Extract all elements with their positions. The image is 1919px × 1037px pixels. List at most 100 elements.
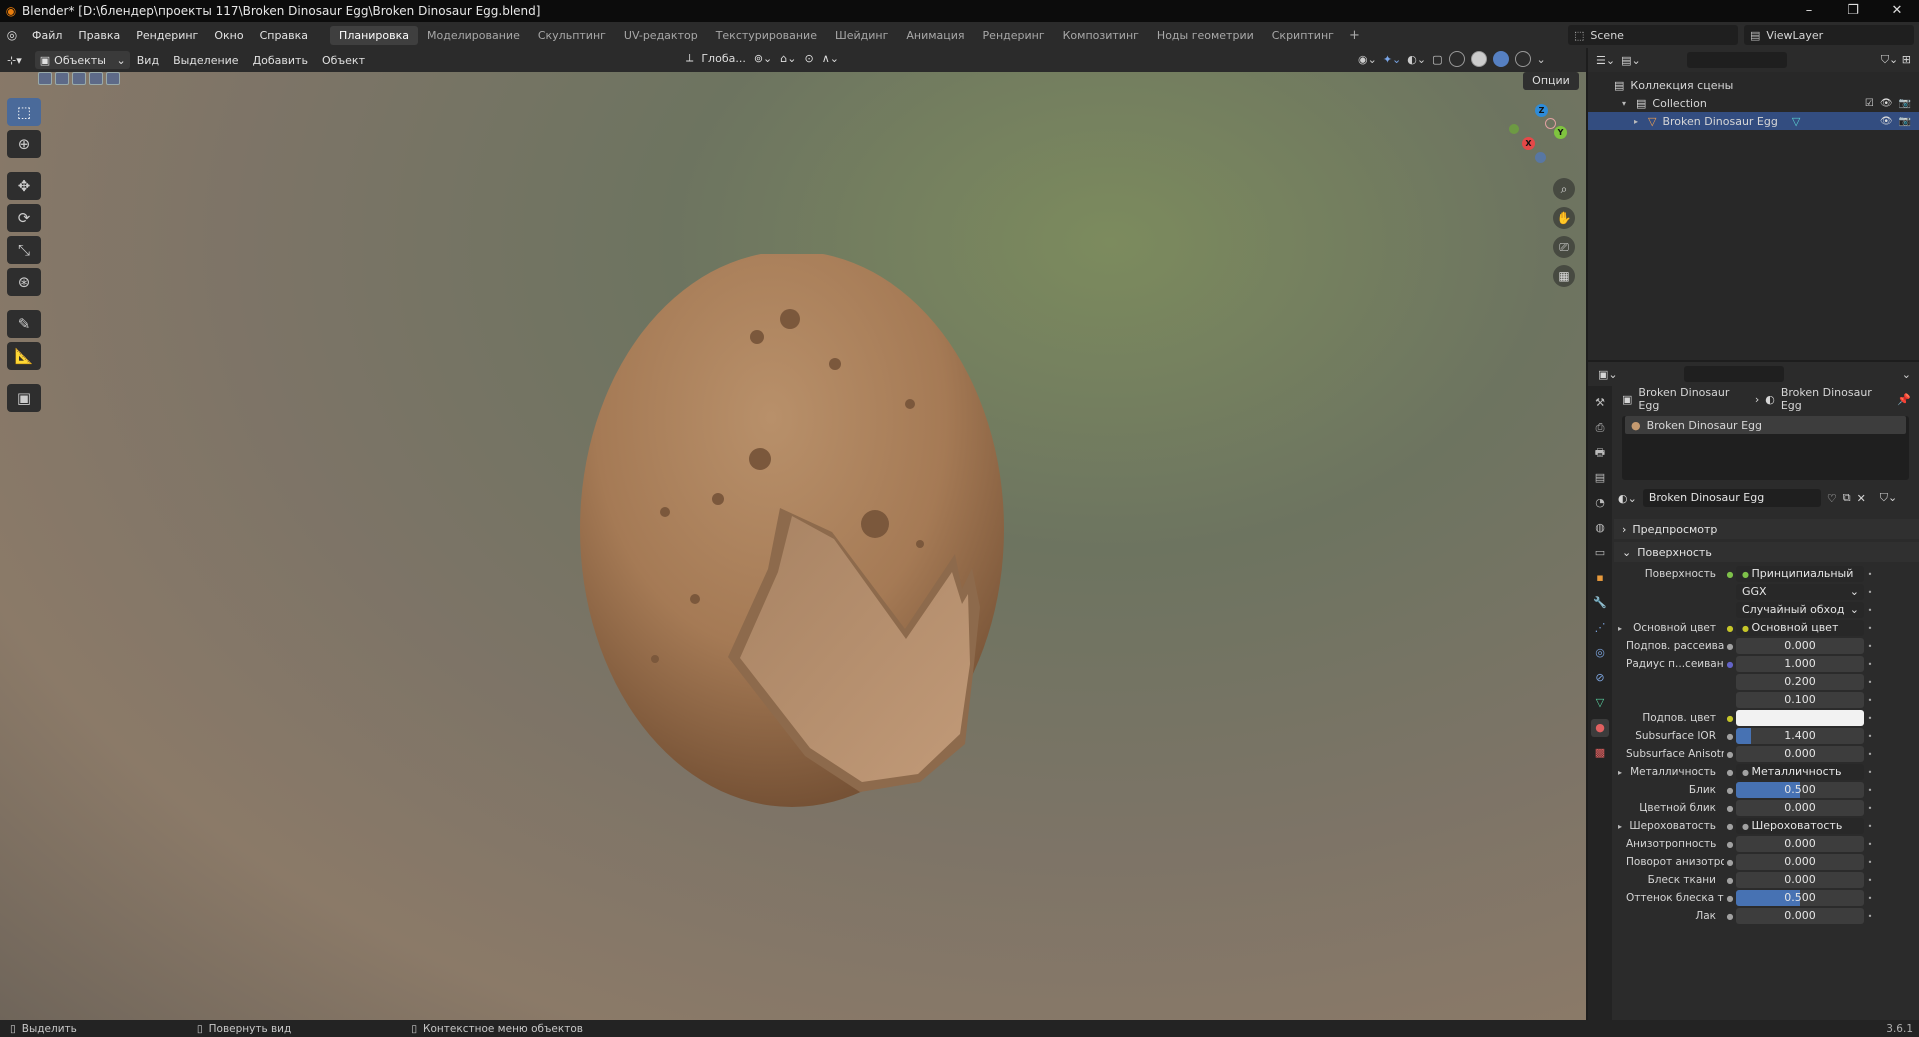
- property-value-field[interactable]: 0.000: [1736, 854, 1864, 870]
- property-value-field[interactable]: 1.400: [1736, 728, 1864, 744]
- menu-edit[interactable]: Правка: [70, 29, 128, 42]
- keyframe-dot-icon[interactable]: •: [1864, 606, 1876, 615]
- duplicate-material-icon[interactable]: ⧉: [1843, 491, 1851, 505]
- property-value-field[interactable]: 0.000: [1736, 638, 1864, 654]
- keyframe-dot-icon[interactable]: •: [1864, 840, 1876, 849]
- texture-tab-icon[interactable]: ▩: [1591, 744, 1609, 762]
- keyframe-dot-icon[interactable]: •: [1864, 570, 1876, 579]
- socket-dot-icon[interactable]: ●: [1724, 642, 1736, 651]
- material-preview-shading-button[interactable]: [1492, 51, 1509, 67]
- outliner-search-input[interactable]: [1686, 52, 1787, 68]
- socket-dot-icon[interactable]: ●: [1724, 804, 1736, 813]
- expand-arrow-icon[interactable]: ▸: [1630, 117, 1642, 126]
- socket-dot-icon[interactable]: ●: [1724, 714, 1736, 723]
- property-value-field[interactable]: 0.500: [1736, 890, 1864, 906]
- material-tab-icon[interactable]: ●: [1591, 719, 1609, 737]
- tab-geometry-nodes[interactable]: Ноды геометрии: [1148, 26, 1263, 45]
- display-mode-icon[interactable]: ▤⌄: [1621, 54, 1641, 67]
- fake-user-icon[interactable]: ♡: [1827, 492, 1837, 505]
- options-dropdown[interactable]: Опции: [1523, 72, 1579, 90]
- add-cube-tool-icon[interactable]: ▣: [7, 384, 41, 412]
- select-extend-icon[interactable]: [55, 72, 69, 85]
- property-link-field[interactable]: ● Принципиальный BSDF: [1736, 566, 1864, 582]
- select-subtract-icon[interactable]: [72, 72, 86, 85]
- wireframe-shading-button[interactable]: [1448, 51, 1465, 67]
- move-tool-icon[interactable]: ✥: [7, 172, 41, 200]
- proportional-edit-icon[interactable]: ⊙: [804, 52, 813, 65]
- overlay-toggle-icon[interactable]: ◐⌄: [1407, 53, 1426, 66]
- properties-search-input[interactable]: [1683, 366, 1784, 382]
- socket-dot-icon[interactable]: ●: [1724, 570, 1736, 579]
- socket-dot-icon[interactable]: ●: [1724, 660, 1736, 669]
- socket-dot-icon[interactable]: ●: [1724, 786, 1736, 795]
- keyframe-dot-icon[interactable]: •: [1864, 750, 1876, 759]
- property-link-field[interactable]: ● Шероховатость: [1736, 818, 1864, 834]
- property-dropdown[interactable]: Случайный обход ⌄: [1736, 602, 1864, 618]
- transform-tool-icon[interactable]: ⊛: [7, 268, 41, 296]
- material-slot-list[interactable]: ● Broken Dinosaur Egg: [1622, 416, 1909, 480]
- keyframe-dot-icon[interactable]: •: [1864, 894, 1876, 903]
- keyframe-dot-icon[interactable]: •: [1864, 714, 1876, 723]
- tab-rendering[interactable]: Рендеринг: [974, 26, 1054, 45]
- tab-animation[interactable]: Анимация: [897, 26, 973, 45]
- property-value-field[interactable]: 1.000: [1736, 656, 1864, 672]
- expand-arrow-icon[interactable]: ▸: [1614, 822, 1626, 831]
- snap-icon[interactable]: ⌂⌄: [780, 52, 796, 65]
- socket-dot-icon[interactable]: ●: [1724, 822, 1736, 831]
- editor-type-icon[interactable]: ⊹▾: [0, 54, 29, 67]
- falloff-icon[interactable]: ∧⌄: [822, 52, 839, 65]
- property-value-field[interactable]: 0.200: [1736, 674, 1864, 690]
- expand-arrow-icon[interactable]: ▾: [1618, 99, 1630, 108]
- tab-layout[interactable]: Планировка: [330, 25, 419, 45]
- tab-texture-paint[interactable]: Текстурирование: [707, 26, 826, 45]
- unlink-material-icon[interactable]: ✕: [1857, 492, 1866, 505]
- data-tab-icon[interactable]: ▽: [1591, 694, 1609, 712]
- property-value-field[interactable]: 0.500: [1736, 782, 1864, 798]
- gizmo-neg-y[interactable]: [1509, 124, 1519, 134]
- select-intersect-icon[interactable]: [106, 72, 120, 85]
- gizmo-x-axis[interactable]: X: [1522, 137, 1535, 150]
- tab-compositing[interactable]: Композитинг: [1054, 26, 1148, 45]
- chevron-down-icon[interactable]: ⌄: [1902, 368, 1919, 381]
- menu-help[interactable]: Справка: [252, 29, 316, 42]
- select-box-tool-icon[interactable]: ⬚: [7, 98, 41, 126]
- property-value-field[interactable]: 0.000: [1736, 872, 1864, 888]
- property-value-field[interactable]: [1736, 710, 1864, 726]
- minimize-button[interactable]: –: [1787, 0, 1831, 22]
- pivot-icon[interactable]: ⊚⌄: [754, 52, 772, 65]
- zoom-icon[interactable]: ⌕: [1553, 178, 1575, 200]
- cursor-tool-icon[interactable]: ⊕: [7, 130, 41, 158]
- keyframe-dot-icon[interactable]: •: [1864, 822, 1876, 831]
- camera-view-icon[interactable]: ⎚: [1553, 236, 1575, 258]
- keyframe-dot-icon[interactable]: •: [1864, 588, 1876, 597]
- outliner-row-object[interactable]: ▸ ▽ Broken Dinosaur Egg ▽ 👁 📷: [1588, 112, 1919, 130]
- collection-tab-icon[interactable]: ▭: [1591, 544, 1609, 562]
- particles-tab-icon[interactable]: ⋰: [1591, 619, 1609, 637]
- camera-icon[interactable]: 📷: [1899, 98, 1911, 109]
- keyframe-dot-icon[interactable]: •: [1864, 912, 1876, 921]
- material-browse-icon[interactable]: ◐⌄: [1618, 492, 1637, 505]
- material-name-field[interactable]: Broken Dinosaur Egg: [1642, 489, 1821, 507]
- property-value-field[interactable]: 0.000: [1736, 908, 1864, 924]
- modifier-tab-icon[interactable]: 🔧: [1591, 594, 1609, 612]
- socket-dot-icon[interactable]: ●: [1724, 858, 1736, 867]
- property-link-field[interactable]: ● Основной цвет: [1736, 620, 1864, 636]
- menu-window[interactable]: Окно: [206, 29, 251, 42]
- xray-toggle-icon[interactable]: ▢: [1432, 53, 1442, 66]
- physics-tab-icon[interactable]: ◎: [1591, 644, 1609, 662]
- socket-dot-icon[interactable]: ●: [1724, 732, 1736, 741]
- panel-surface[interactable]: ⌄ Поверхность: [1614, 542, 1919, 562]
- gizmo-toggle-icon[interactable]: ✦⌄: [1383, 53, 1401, 66]
- outliner-row-collection[interactable]: ▾ ▤ Collection ☑ 👁 📷: [1588, 94, 1919, 112]
- menu-select[interactable]: Выделение: [166, 54, 246, 67]
- gizmo-z-axis[interactable]: Z: [1535, 104, 1548, 117]
- gizmo-neg-x[interactable]: [1545, 118, 1556, 129]
- annotate-tool-icon[interactable]: ✎: [7, 310, 41, 338]
- constraints-tab-icon[interactable]: ⊘: [1591, 669, 1609, 687]
- menu-render[interactable]: Рендеринг: [128, 29, 206, 42]
- property-value-field[interactable]: 0.100: [1736, 692, 1864, 708]
- tab-modeling[interactable]: Моделирование: [418, 26, 529, 45]
- solid-shading-button[interactable]: [1470, 51, 1487, 67]
- checkbox-icon[interactable]: ☑: [1865, 98, 1874, 109]
- visibility-icon[interactable]: ◉⌄: [1358, 53, 1377, 66]
